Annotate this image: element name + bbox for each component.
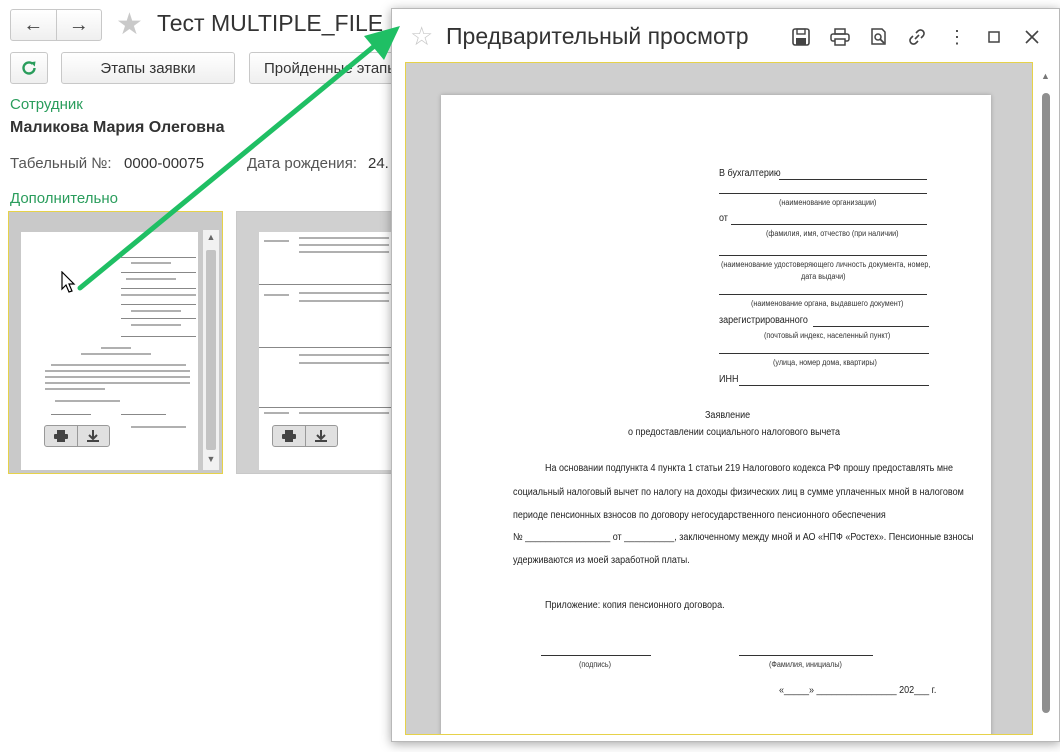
issuer-hint: (наименование органа, выдавшего документ… — [751, 299, 904, 308]
body-line-4: № _________________ от __________, заклю… — [513, 532, 974, 543]
signature-hint: (подпись) — [579, 660, 612, 669]
tabnum-value: 0000-00075 — [124, 155, 205, 172]
fio-hint: (фамилия, имя, отчество (при наличии) — [766, 229, 899, 238]
maximize-icon[interactable] — [983, 26, 1005, 48]
close-icon[interactable] — [1021, 26, 1043, 48]
document-viewer[interactable]: В бухгалтерию (наименование организации)… — [405, 62, 1033, 735]
body-line-5: удерживаются из моей заработной платы. — [513, 555, 690, 566]
scroll-thumb[interactable] — [1042, 93, 1050, 713]
scroll-down-icon[interactable]: ▼ — [203, 454, 219, 468]
form-title: Тест MULTIPLE_FILE — [157, 10, 384, 36]
id-hint-1: (наименование удостоверяющего личность д… — [721, 260, 931, 269]
org-hint: (наименование организации) — [779, 198, 877, 207]
stages-button[interactable]: Этапы заявки — [61, 52, 235, 84]
document-page: В бухгалтерию (наименование организации)… — [441, 95, 991, 734]
refresh-icon — [22, 61, 36, 75]
print-icon[interactable] — [829, 26, 851, 48]
scroll-up-icon[interactable]: ▲ — [203, 232, 219, 246]
tabnum-label: Табельный №: — [10, 155, 112, 172]
link-icon[interactable] — [906, 26, 928, 48]
employee-name[interactable]: Маликова Мария Олеговна — [10, 119, 224, 137]
birth-value: 24. — [368, 155, 389, 172]
refresh-button[interactable] — [10, 52, 48, 84]
doc-heading: Заявление — [705, 410, 751, 421]
additional-label: Дополнительно — [10, 190, 118, 207]
document-scrollbar[interactable]: ▲ — [1041, 71, 1051, 729]
from-label: от — [719, 213, 728, 224]
thumbnail-toolbar — [44, 425, 110, 447]
save-icon[interactable] — [790, 26, 812, 48]
postal-hint: (почтовый индекс, населенный пункт) — [764, 331, 891, 340]
file-thumbnail[interactable]: ▲ ▼ — [8, 211, 223, 474]
print-icon[interactable] — [273, 426, 305, 446]
preview-search-icon[interactable] — [868, 26, 890, 48]
preview-window: ☆ Предварительный просмотр ⋮ В бухгалтер… — [391, 8, 1060, 742]
attachment-line: Приложение: копия пенсионного договора. — [545, 600, 725, 611]
body-line-2: социальный налоговый вычет по налогу на … — [513, 487, 964, 498]
favorite-star-icon[interactable]: ★ — [116, 10, 143, 40]
date-line: «_____» ________________ 202___ г. — [779, 685, 937, 696]
doc-subheading: о предоставлении социального налогового … — [628, 427, 841, 438]
registered-label: зарегистрированного — [719, 315, 808, 326]
forward-arrow-icon[interactable]: → — [55, 10, 102, 40]
scroll-thumb — [206, 250, 216, 450]
mouse-cursor-icon — [61, 271, 76, 293]
inn-label: ИНН — [719, 374, 739, 385]
download-icon[interactable] — [304, 426, 338, 446]
more-icon[interactable]: ⋮ — [946, 26, 968, 48]
body-line-1: На основании подпункта 4 пункта 1 статьи… — [545, 463, 954, 474]
id-hint-2: дата выдачи) — [801, 272, 846, 281]
download-icon[interactable] — [76, 426, 110, 446]
name-hint: (Фамилия, инициалы) — [769, 660, 842, 669]
thumbnail-toolbar — [272, 425, 338, 447]
favorite-star-icon[interactable]: ☆ — [410, 23, 433, 49]
street-hint: (улица, номер дома, квартиры) — [773, 358, 877, 367]
to-accounting: В бухгалтерию — [719, 168, 781, 179]
scroll-up-icon[interactable]: ▲ — [1041, 71, 1050, 81]
body-line-3: периоде пенсионных взносов по договору н… — [513, 510, 886, 521]
window-title: Предварительный просмотр — [446, 23, 749, 49]
thumbnail-scrollbar[interactable]: ▲ ▼ — [203, 230, 219, 470]
back-arrow-icon[interactable]: ← — [11, 10, 56, 40]
print-icon[interactable] — [45, 426, 77, 446]
birth-label: Дата рождения: — [247, 155, 357, 172]
nav-buttons: ← → — [10, 9, 102, 41]
passed-stages-button[interactable]: Пройденные этапы — [249, 52, 394, 84]
employee-label: Сотрудник — [10, 96, 83, 113]
